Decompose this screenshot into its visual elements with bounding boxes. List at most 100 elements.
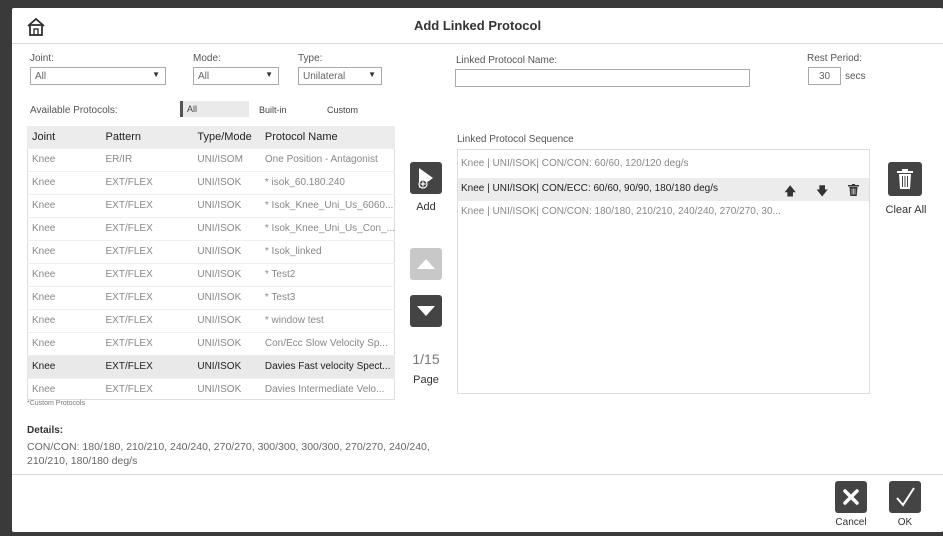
cell-joint: Knee <box>27 377 101 401</box>
linked-name-input[interactable] <box>455 69 750 87</box>
cell-joint: Knee <box>27 354 101 378</box>
table-row[interactable]: Knee EXT/FLEX UNI/ISOK * window test <box>27 308 395 332</box>
column-header-joint[interactable]: Joint <box>27 126 101 148</box>
cell-type-mode: UNI/ISOK <box>192 354 260 378</box>
table-row[interactable]: Knee ER/IR UNI/ISOM One Position - Antagoni… <box>27 147 395 171</box>
add-button[interactable] <box>410 162 442 194</box>
type-select-value: Unilateral <box>303 71 346 82</box>
cell-pattern: EXT/FLEX <box>100 285 193 309</box>
add-icon <box>418 168 433 189</box>
cell-pattern: EXT/FLEX <box>100 331 193 355</box>
cell-type-mode: UNI/ISOK <box>192 308 260 332</box>
chevron-down-icon: ▼ <box>265 70 273 79</box>
window-title: Add Linked Protocol <box>413 18 542 33</box>
details-line-2: 210/210, 180/180 deg/s <box>27 455 138 467</box>
chevron-down-icon: ▼ <box>368 70 376 79</box>
cell-type-mode: UNI/ISOK <box>192 377 260 401</box>
table-row[interactable]: Knee EXT/FLEX UNI/ISOK * isok_60.180.240 <box>27 170 395 194</box>
filter-tab-custom[interactable]: Custom <box>327 105 358 115</box>
details-line-1: CON/CON: 180/180, 210/210, 240/240, 270/… <box>27 441 430 453</box>
cell-pattern: EXT/FLEX <box>100 262 193 286</box>
details-label: Details: <box>27 425 64 436</box>
cell-pattern: EXT/FLEX <box>100 216 193 240</box>
table-row[interactable]: Knee EXT/FLEX UNI/ISOK Davies Intermediate … <box>27 377 395 401</box>
joint-select-value: All <box>35 71 47 82</box>
mode-label: Mode: <box>193 53 221 64</box>
table-row[interactable]: Knee EXT/FLEX UNI/ISOK * Isok_linked <box>27 239 395 263</box>
cell-pattern: EXT/FLEX <box>100 170 193 194</box>
joint-select[interactable]: All ▼ <box>30 67 166 85</box>
cell-protocol-name: * Isok_Knee_Uni_Us_6060... <box>259 193 395 217</box>
cell-pattern: EXT/FLEX <box>100 308 193 332</box>
custom-protocols-footnote: *Custom Protocols <box>27 400 85 407</box>
title-bar: Add Linked Protocol <box>12 8 943 44</box>
cell-joint: Knee <box>27 147 101 171</box>
filter-tab-all[interactable]: All <box>180 101 249 117</box>
cell-type-mode: UNI/ISOK <box>192 239 260 263</box>
cell-protocol-name: * isok_60.180.240 <box>259 170 395 194</box>
column-header-type-mode[interactable]: Type/Mode <box>192 126 260 148</box>
cell-type-mode: UNI/ISOM <box>192 147 260 171</box>
type-label: Type: <box>298 53 323 64</box>
cancel-label: Cancel <box>835 517 867 528</box>
footer-bar: Cancel OK <box>12 474 943 532</box>
add-linked-protocol-window: Add Linked Protocol Joint: All ▼ Mode: A… <box>12 8 943 532</box>
trash-icon[interactable] <box>848 184 859 196</box>
protocol-table: Joint Pattern Type/Mode Protocol Name Kn… <box>27 126 395 401</box>
sequence-item-text: Knee | UNI/ISOK| CON/CON: 60/60, 120/120… <box>461 158 689 169</box>
cell-protocol-name: * Test2 <box>259 262 395 286</box>
cell-type-mode: UNI/ISOK <box>192 216 260 240</box>
joint-label: Joint: <box>30 53 54 64</box>
sequence-item-selected[interactable]: Knee | UNI/ISOK| CON/ECC: 60/60, 90/90, … <box>458 178 869 201</box>
mode-select[interactable]: All ▼ <box>193 67 279 85</box>
mode-select-value: All <box>198 71 210 82</box>
clear-all-label: Clear All <box>885 204 927 216</box>
column-header-pattern[interactable]: Pattern <box>100 126 193 148</box>
table-row[interactable]: Knee EXT/FLEX UNI/ISOK Con/Ecc Slow Velocit… <box>27 331 395 355</box>
clear-all-button[interactable] <box>888 162 922 196</box>
cell-joint: Knee <box>27 308 101 332</box>
cell-joint: Knee <box>27 170 101 194</box>
cell-protocol-name: * Isok_linked <box>259 239 395 263</box>
page-count: 1/15 <box>412 351 440 367</box>
triangle-up-icon <box>417 259 435 269</box>
table-row[interactable]: Knee EXT/FLEX UNI/ISOK * Isok_Knee_Uni_Us_6… <box>27 193 395 217</box>
cell-pattern: EXT/FLEX <box>100 193 193 217</box>
cell-type-mode: UNI/ISOK <box>192 193 260 217</box>
sequence-item[interactable]: Knee | UNI/ISOK| CON/CON: 60/60, 120/120… <box>458 153 869 176</box>
cell-pattern: EXT/FLEX <box>100 377 193 401</box>
sequence-list: Knee | UNI/ISOK| CON/CON: 60/60, 120/120… <box>457 149 870 394</box>
cell-type-mode: UNI/ISOK <box>192 170 260 194</box>
cell-protocol-name: One Position - Antagonist <box>259 147 395 171</box>
rest-period-label: Rest Period: <box>807 53 863 64</box>
available-protocols-label: Available Protocols: <box>30 105 118 116</box>
cell-joint: Knee <box>27 262 101 286</box>
sequence-label: Linked Protocol Sequence <box>457 134 574 145</box>
rest-period-input[interactable]: 30 <box>808 67 841 85</box>
column-header-protocol-name[interactable]: Protocol Name <box>259 126 395 148</box>
ok-button[interactable] <box>889 481 921 513</box>
table-row[interactable]: Knee EXT/FLEX UNI/ISOK * Test2 <box>27 262 395 286</box>
table-row[interactable]: Knee EXT/FLEX UNI/ISOK * Isok_Knee_Uni_Us_C… <box>27 216 395 240</box>
cell-pattern: ER/IR <box>100 147 193 171</box>
page-down-button[interactable] <box>410 295 442 327</box>
sequence-item-text: Knee | UNI/ISOK| CON/CON: 180/180, 210/2… <box>461 206 781 217</box>
cell-protocol-name: Davies Fast velocity Spect... <box>259 354 395 378</box>
sequence-item[interactable]: Knee | UNI/ISOK| CON/CON: 180/180, 210/2… <box>458 201 869 224</box>
table-header-row: Joint Pattern Type/Mode Protocol Name <box>27 126 395 148</box>
cell-joint: Knee <box>27 193 101 217</box>
table-row[interactable]: Knee EXT/FLEX UNI/ISOK Davies Fast velocity… <box>27 354 395 378</box>
rest-period-unit: secs <box>845 71 866 82</box>
cell-type-mode: UNI/ISOK <box>192 331 260 355</box>
type-select[interactable]: Unilateral ▼ <box>298 67 382 85</box>
trash-icon <box>897 169 913 189</box>
arrow-down-icon[interactable]: 🡇 <box>816 182 828 201</box>
page-up-button[interactable] <box>410 248 442 280</box>
close-icon <box>843 489 859 505</box>
check-icon <box>896 487 915 507</box>
page-label: Page <box>413 374 439 386</box>
arrow-up-icon[interactable]: 🡅 <box>784 182 796 201</box>
table-row[interactable]: Knee EXT/FLEX UNI/ISOK * Test3 <box>27 285 395 309</box>
filter-tab-built-in[interactable]: Built-in <box>259 105 287 115</box>
cancel-button[interactable] <box>835 481 867 513</box>
